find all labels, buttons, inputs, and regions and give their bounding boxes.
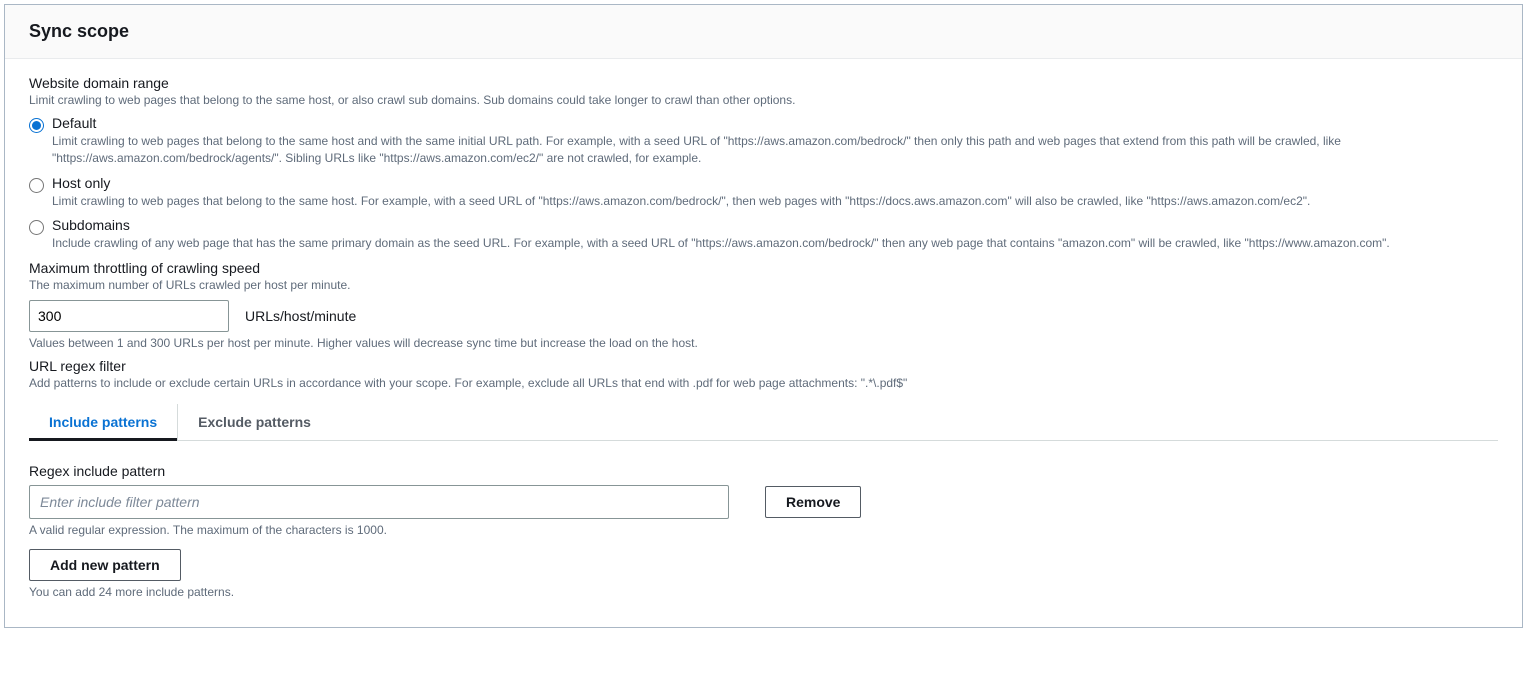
throttling-unit: URLs/host/minute [245, 308, 356, 324]
include-pattern-constraint: A valid regular expression. The maximum … [29, 523, 1498, 537]
regex-filter-label: URL regex filter [29, 358, 1498, 374]
domain-range-desc: Limit crawling to web pages that belong … [29, 93, 1498, 107]
regex-tabs: Include patterns Exclude patterns [29, 404, 1498, 441]
tab-exclude-patterns[interactable]: Exclude patterns [178, 404, 331, 440]
radio-subdomains[interactable] [29, 220, 44, 235]
throttling-constraint: Values between 1 and 300 URLs per host p… [29, 336, 1498, 350]
radio-default-title: Default [52, 115, 1498, 131]
regex-filter-desc: Add patterns to include or exclude certa… [29, 376, 1498, 390]
throttling-label: Maximum throttling of crawling speed [29, 260, 1498, 276]
remove-pattern-button[interactable]: Remove [765, 486, 861, 518]
include-pattern-input[interactable] [29, 485, 729, 519]
panel-header: Sync scope [5, 5, 1522, 59]
panel-title: Sync scope [29, 21, 1498, 42]
include-pattern-row: Remove [29, 485, 1498, 519]
radio-option-host-only[interactable]: Host only Limit crawling to web pages th… [29, 175, 1498, 216]
radio-option-default[interactable]: Default Limit crawling to web pages that… [29, 115, 1498, 173]
throttling-row: URLs/host/minute [29, 300, 1498, 332]
radio-host-only-desc: Limit crawling to web pages that belong … [52, 193, 1498, 210]
include-pattern-section: Regex include pattern Remove A valid reg… [29, 463, 1498, 599]
panel-body: Website domain range Limit crawling to w… [5, 59, 1522, 627]
radio-subdomains-title: Subdomains [52, 217, 1498, 233]
include-pattern-label: Regex include pattern [29, 463, 1498, 479]
radio-host-only[interactable] [29, 178, 44, 193]
radio-default[interactable] [29, 118, 44, 133]
throttling-input[interactable] [29, 300, 229, 332]
sync-scope-panel: Sync scope Website domain range Limit cr… [4, 4, 1523, 628]
domain-range-label: Website domain range [29, 75, 1498, 91]
radio-subdomains-desc: Include crawling of any web page that ha… [52, 235, 1498, 252]
radio-host-only-title: Host only [52, 175, 1498, 191]
tab-include-patterns[interactable]: Include patterns [29, 404, 178, 440]
throttling-desc: The maximum number of URLs crawled per h… [29, 278, 1498, 292]
radio-default-desc: Limit crawling to web pages that belong … [52, 133, 1498, 167]
radio-option-subdomains[interactable]: Subdomains Include crawling of any web p… [29, 217, 1498, 258]
include-pattern-remaining: You can add 24 more include patterns. [29, 585, 1498, 599]
add-new-pattern-button[interactable]: Add new pattern [29, 549, 181, 581]
